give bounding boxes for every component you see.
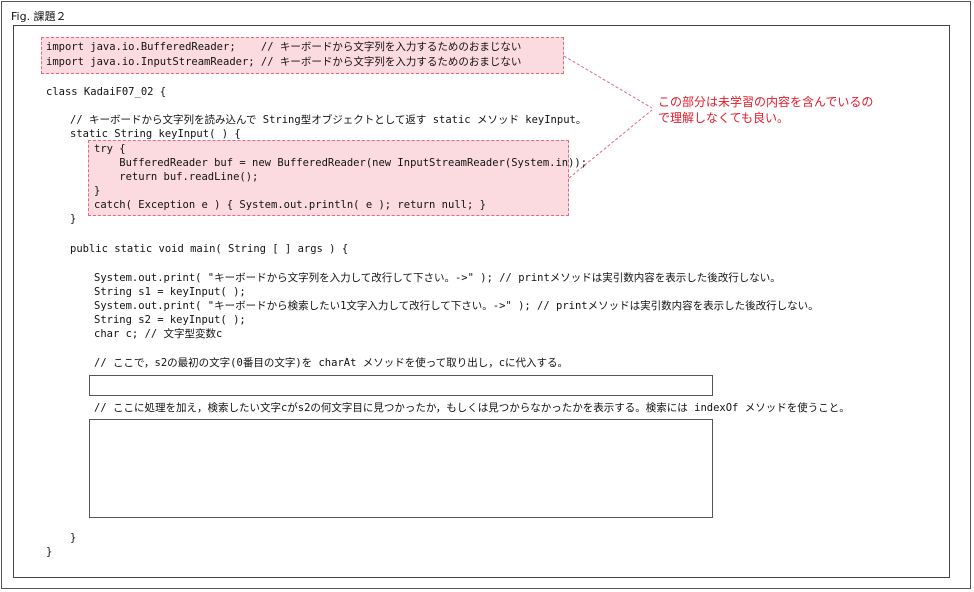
try-line-1: try { [94, 143, 126, 155]
main-signature: public static void main( String [ ] args… [70, 243, 349, 255]
charat-comment: // ここで，s2の最初の文字(0番目の文字)を charAt メソッドを使って… [94, 357, 569, 369]
main-line-2: String s1 = keyInput( ); [94, 286, 246, 298]
main-line-3: System.out.print( "キーボードから検索したい1文字入力して改行… [94, 300, 819, 312]
class-close-brace: } [46, 546, 53, 558]
keyinput-comment: // キーボードから文字列を読み込んで String型オブジェクトとして返す s… [70, 114, 587, 126]
callout-note: この部分は未学習の内容を含んでいるので理解しなくても良い。 [658, 95, 874, 125]
main-close-brace: } [70, 532, 77, 544]
charat-answer-box[interactable] [89, 375, 713, 396]
try-line-5: catch( Exception e ) { System.out.printl… [94, 199, 486, 211]
class-declaration: class KadaiF07_02 { [46, 86, 167, 98]
indexof-comment: // ここに処理を加え，検索したい文字cがs2の何文字目に見つかったか，もしくは… [94, 402, 850, 414]
keyinput-signature: static String keyInput( ) { [70, 128, 241, 140]
indexof-answer-box[interactable] [89, 419, 713, 518]
try-line-2: BufferedReader buf = new BufferedReader(… [94, 157, 588, 169]
keyinput-close-brace: } [70, 213, 77, 225]
try-line-3: return buf.readLine(); [94, 171, 259, 183]
main-line-1: System.out.print( "キーボードから文字列を入力して改行して下さ… [94, 272, 781, 284]
main-line-4: String s2 = keyInput( ); [94, 314, 246, 326]
callout-line-top [563, 55, 653, 109]
try-line-4: } [94, 185, 101, 197]
main-line-5: char c; // 文字型変数c [94, 328, 223, 340]
